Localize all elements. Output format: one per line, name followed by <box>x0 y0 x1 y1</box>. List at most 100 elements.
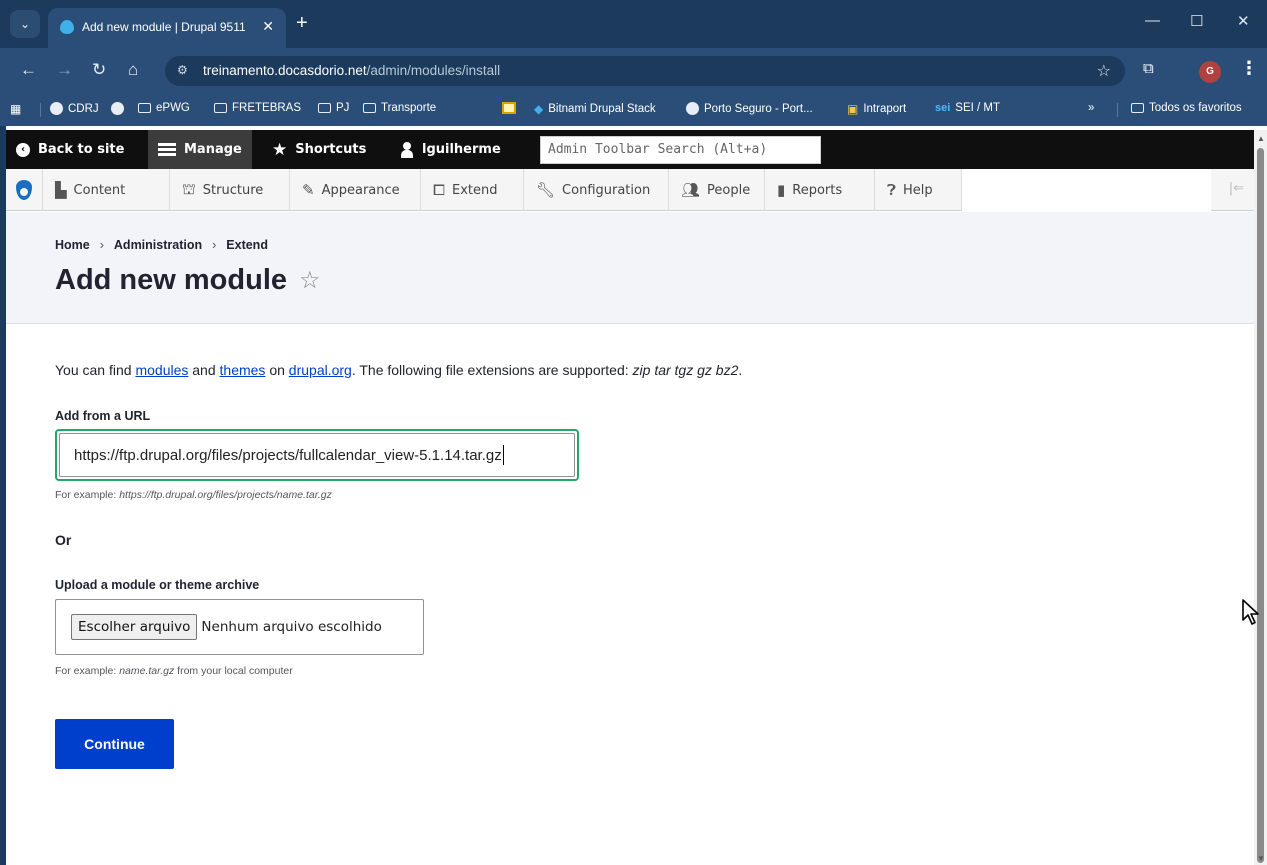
breadcrumb-separator: › <box>99 238 104 252</box>
window-maximize-button[interactable]: ☐ <box>1190 12 1203 30</box>
globe-icon <box>686 102 699 115</box>
back-to-site-link[interactable]: ‹ Back to site <box>6 130 134 169</box>
user-label: lguilherme <box>422 142 501 157</box>
tray-empty-area <box>961 169 1211 211</box>
breadcrumb-separator: › <box>212 238 217 252</box>
breadcrumb: Home › Administration › Extend <box>55 238 268 252</box>
manage-label: Manage <box>184 142 242 157</box>
intro-text: You can find modules and themes on drupa… <box>55 362 743 378</box>
bookmark-pj[interactable]: PJ <box>318 102 349 114</box>
url-field-label: Add from a URL <box>55 409 151 423</box>
bookmark-globe[interactable] <box>111 102 124 115</box>
notepad-icon <box>502 102 516 114</box>
admin-toolbar-search-input[interactable]: Admin Toolbar Search (Alt+a) <box>540 136 821 164</box>
themes-link[interactable]: themes <box>220 362 266 378</box>
drupal-favicon-icon <box>60 20 74 34</box>
extensions-puzzle-icon[interactable]: ⧉ <box>1143 60 1154 77</box>
folder-icon <box>1131 103 1144 113</box>
browser-menu-icon[interactable]: ⋮ <box>1240 58 1258 79</box>
breadcrumb-home[interactable]: Home <box>55 238 90 252</box>
url-omnibox[interactable]: ⚙ treinamento.docasdorio.net/admin/modul… <box>165 56 1125 86</box>
url-text: treinamento.docasdorio.net/admin/modules… <box>203 63 501 78</box>
back-arrow-icon[interactable]: ← <box>20 60 37 80</box>
bookmark-sei-mt[interactable]: sei SEI / MT <box>935 102 1000 114</box>
continue-button[interactable]: Continue <box>55 719 174 769</box>
all-bookmarks-folder[interactable]: Todos os favoritos <box>1131 102 1242 114</box>
reload-icon[interactable]: ↻ <box>92 60 106 80</box>
url-field[interactable]: https://ftp.drupal.org/files/projects/fu… <box>55 429 579 481</box>
scroll-down-arrow-icon[interactable]: ▼ <box>1257 854 1265 863</box>
building-icon: ▣ <box>847 102 859 116</box>
scroll-up-arrow-icon[interactable]: ▲ <box>1257 134 1265 143</box>
shortcuts-tab[interactable]: ★ Shortcuts <box>262 130 376 169</box>
reports-icon: ▮ <box>777 181 786 199</box>
forward-arrow-icon[interactable]: → <box>56 60 73 80</box>
bookmarks-divider <box>40 103 41 117</box>
appearance-icon: ✎ <box>302 181 315 199</box>
page-header: Home › Administration › Extend Add new m… <box>6 212 1254 324</box>
menu-item-configuration[interactable]: 🔧︎ Configuration <box>523 169 662 211</box>
admin-menu-tray: ▙ Content ⛫ Structure ✎ Appearance ⧠ Extend … <box>6 169 1254 211</box>
bookmark-epwg[interactable]: ePWG <box>138 102 190 114</box>
globe-icon <box>50 102 63 115</box>
menu-item-appearance[interactable]: ✎ Appearance <box>289 169 412 211</box>
site-info-icon[interactable]: ⚙ <box>177 63 188 77</box>
profile-avatar[interactable]: G <box>1199 61 1221 83</box>
people-icon: 👥︎ <box>681 181 701 199</box>
tray-orientation-toggle-icon[interactable]: |⇐ <box>1229 181 1244 196</box>
drupal-icon: ◆ <box>534 102 544 116</box>
folder-icon <box>138 103 151 113</box>
help-icon: ❓︎ <box>887 181 897 199</box>
wrench-icon: 🔧︎ <box>536 181 556 199</box>
sei-icon: sei <box>935 102 951 114</box>
hamburger-icon <box>158 143 176 156</box>
modules-link[interactable]: modules <box>135 362 188 378</box>
star-icon: ★ <box>272 139 288 160</box>
bookmark-transporte[interactable]: Transporte <box>363 102 436 114</box>
choose-file-button[interactable]: Escolher arquivo <box>71 614 198 640</box>
folder-icon <box>214 103 227 113</box>
upload-field-help: For example: name.tar.gz from your local… <box>55 665 293 677</box>
tab-close-icon[interactable]: ✕ <box>262 18 274 35</box>
drupal-org-link[interactable]: drupal.org <box>289 362 352 378</box>
bookmarks-bar: ▦ CDRJ ePWG FRETEBRAS PJ Transporte ◆ Bit… <box>0 94 1267 126</box>
breadcrumb-administration[interactable]: Administration <box>114 238 202 252</box>
bookmark-porto-seguro[interactable]: Porto Seguro - Port... <box>686 102 813 115</box>
menu-item-extend[interactable]: ⧠ Extend <box>420 169 510 211</box>
add-to-shortcuts-star-icon[interactable]: ☆ <box>299 266 321 295</box>
menu-item-help[interactable]: ❓︎ Help <box>874 169 945 211</box>
bookmark-notepad[interactable] <box>502 102 516 114</box>
scrollbar-thumb[interactable] <box>1257 148 1264 863</box>
or-separator: Or <box>55 532 72 548</box>
menu-item-reports[interactable]: ▮ Reports <box>764 169 854 211</box>
tab-title: Add new module | Drupal 9511 <box>82 20 246 34</box>
home-icon[interactable]: ⌂ <box>128 60 138 80</box>
new-tab-button[interactable]: + <box>296 12 308 34</box>
url-field-help: For example: https://ftp.drupal.org/file… <box>55 489 332 501</box>
vertical-scrollbar[interactable]: ▲ ▼ <box>1254 130 1267 865</box>
window-minimize-button[interactable]: — <box>1145 12 1160 29</box>
browser-tab-active[interactable]: Add new module | Drupal 9511 ✕ <box>48 8 286 48</box>
bookmark-bitnami[interactable]: ◆ Bitnami Drupal Stack <box>534 102 656 116</box>
breadcrumb-extend[interactable]: Extend <box>226 238 268 252</box>
upload-field-label: Upload a module or theme archive <box>55 578 260 592</box>
bookmark-cdrj[interactable]: CDRJ <box>50 102 99 115</box>
globe-icon <box>111 102 124 115</box>
window-close-button[interactable]: ✕ <box>1237 12 1250 30</box>
file-upload-field: Escolher arquivo Nenhum arquivo escolhid… <box>55 599 424 655</box>
menu-item-structure[interactable]: ⛫ Structure <box>169 169 275 211</box>
menu-item-content[interactable]: ▙ Content <box>42 169 137 211</box>
bookmarks-overflow-button[interactable]: » <box>1088 102 1094 114</box>
bookmarks-divider <box>1117 103 1118 117</box>
drupal-logo-icon[interactable] <box>6 169 42 211</box>
manage-tab[interactable]: Manage <box>148 130 252 169</box>
user-icon <box>400 141 414 158</box>
bookmark-star-icon[interactable]: ☆ <box>1097 61 1111 81</box>
tab-search-button[interactable]: ⌄ <box>10 10 40 38</box>
bookmark-intraport[interactable]: ▣ Intraport <box>847 102 906 116</box>
bookmark-fretebras[interactable]: FRETEBRAS <box>214 102 301 114</box>
text-caret <box>502 445 504 465</box>
user-tab[interactable]: lguilherme <box>390 130 511 169</box>
apps-grid-icon[interactable]: ▦ <box>10 102 21 116</box>
menu-item-people[interactable]: 👥︎ People <box>668 169 762 211</box>
